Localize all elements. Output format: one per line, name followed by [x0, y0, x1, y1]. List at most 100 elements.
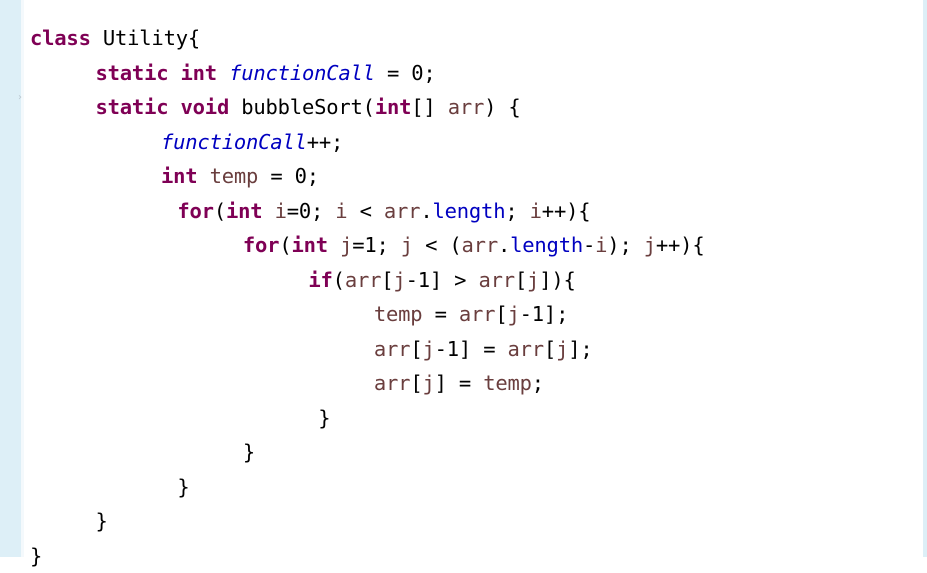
code-text: ) { — [484, 95, 521, 119]
code-keyword: for — [177, 198, 214, 223]
code-line[interactable]: static void bubbleSort(int[] arr) { — [96, 90, 521, 124]
code-identifier: j — [400, 233, 413, 257]
code-line[interactable]: functionCall++; — [161, 125, 343, 159]
code-text: [ — [514, 267, 528, 292]
code-identifier: arr — [447, 95, 485, 119]
code-identifier: temp — [483, 371, 532, 395]
code-text: } — [177, 474, 190, 499]
code-identifier: j — [527, 267, 540, 292]
code-identifier: j — [556, 336, 569, 361]
code-keyword: int — [225, 198, 263, 223]
code-keyword: void — [180, 95, 230, 119]
code-keyword: if — [308, 267, 333, 292]
code-identifier: arr — [373, 336, 411, 361]
code-line[interactable]: for(int j=1; j < (arr.length-i); j++){ — [243, 228, 705, 262]
code-text: < — [347, 198, 384, 223]
code-text: ] = — [434, 371, 484, 395]
code-identifier: j — [340, 233, 353, 257]
code-text: = — [422, 302, 459, 326]
code-line[interactable]: arr[j-1] = arr[j]; — [374, 332, 593, 366]
code-line[interactable]: static int functionCall = 0; — [96, 56, 436, 90]
code-text: ( — [213, 198, 226, 223]
code-text: } — [242, 440, 256, 464]
code-text: } — [318, 405, 331, 430]
code-identifier: j — [422, 371, 435, 395]
code-identifier: arr — [461, 233, 499, 257]
code-line[interactable]: if(arr[j-1] > arr[j]){ — [308, 263, 575, 297]
code-identifier: i — [335, 198, 348, 223]
code-identifier: i — [529, 198, 542, 223]
code-identifier: i — [274, 198, 287, 223]
code-text: . — [497, 233, 511, 257]
code-field: length — [432, 198, 506, 223]
code-text: - — [582, 233, 596, 257]
code-keyword: class — [30, 26, 91, 50]
code-line[interactable]: class Utility{ — [30, 21, 200, 55]
code-keyword: int — [161, 164, 198, 188]
code-text: . — [420, 198, 433, 223]
code-line[interactable]: } — [30, 539, 42, 573]
code-line[interactable]: arr[j] = temp; — [374, 366, 544, 400]
code-keyword: int — [180, 60, 218, 85]
code-keyword: static — [95, 95, 169, 119]
code-text: [ — [381, 267, 394, 292]
code-text: [] — [411, 95, 448, 119]
code-keyword: int — [374, 95, 412, 119]
code-text: Utility{ — [90, 26, 200, 50]
code-identifier: j — [422, 336, 435, 361]
code-identifier: temp — [209, 164, 259, 188]
code-identifier: j — [507, 302, 520, 326]
code-text: [ — [410, 371, 423, 395]
code-line[interactable]: temp = arr[j-1]; — [374, 297, 569, 331]
code-identifier: arr — [507, 336, 544, 361]
code-field: length — [510, 233, 583, 257]
code-editor[interactable]: class Utility{static int functionCall = … — [0, 0, 923, 568]
code-line[interactable]: for(int i=0; i < arr.length; i++){ — [177, 194, 590, 228]
code-line[interactable]: int temp = 0; — [161, 159, 319, 193]
code-text: -1] = — [434, 336, 508, 361]
code-text: < ( — [412, 233, 462, 257]
code-line[interactable]: } — [318, 401, 330, 435]
code-text: ++){ — [541, 198, 591, 223]
code-text: [ — [543, 336, 557, 361]
code-keyword: int — [291, 233, 328, 257]
code-identifier: arr — [373, 371, 411, 395]
code-line[interactable]: } — [96, 504, 108, 538]
code-text: bubbleSort( — [229, 95, 375, 119]
code-text: [ — [410, 336, 423, 361]
code-text: -1] > — [405, 267, 479, 292]
code-text: ; — [505, 198, 530, 223]
code-identifier: arr — [383, 198, 421, 223]
editor-right-ruler — [923, 0, 927, 557]
code-identifier: arr — [458, 302, 496, 326]
code-keyword: for — [242, 233, 280, 257]
code-text: } — [95, 509, 108, 533]
code-text: ; — [531, 371, 544, 395]
code-text: ++; — [306, 129, 344, 154]
code-text: = 0; — [374, 60, 436, 85]
code-identifier: i — [595, 233, 608, 257]
code-text: ]){ — [539, 267, 576, 292]
code-identifier: arr — [478, 267, 515, 292]
code-identifier: arr — [344, 267, 382, 292]
code-line[interactable]: } — [177, 470, 189, 504]
code-identifier: j — [393, 267, 406, 292]
code-text: =1; — [352, 233, 401, 257]
code-text: -1]; — [519, 302, 569, 326]
code-line[interactable]: } — [243, 435, 255, 469]
code-text: [ — [495, 302, 508, 326]
code-text: } — [30, 543, 43, 568]
code-text: =0; — [286, 198, 336, 223]
code-text: ]; — [568, 336, 593, 361]
code-keyword: static — [95, 60, 169, 85]
code-text: = 0; — [258, 164, 319, 188]
code-text: ( — [279, 233, 292, 257]
code-identifier: j — [643, 233, 656, 257]
code-static-field: functionCall — [161, 129, 307, 154]
